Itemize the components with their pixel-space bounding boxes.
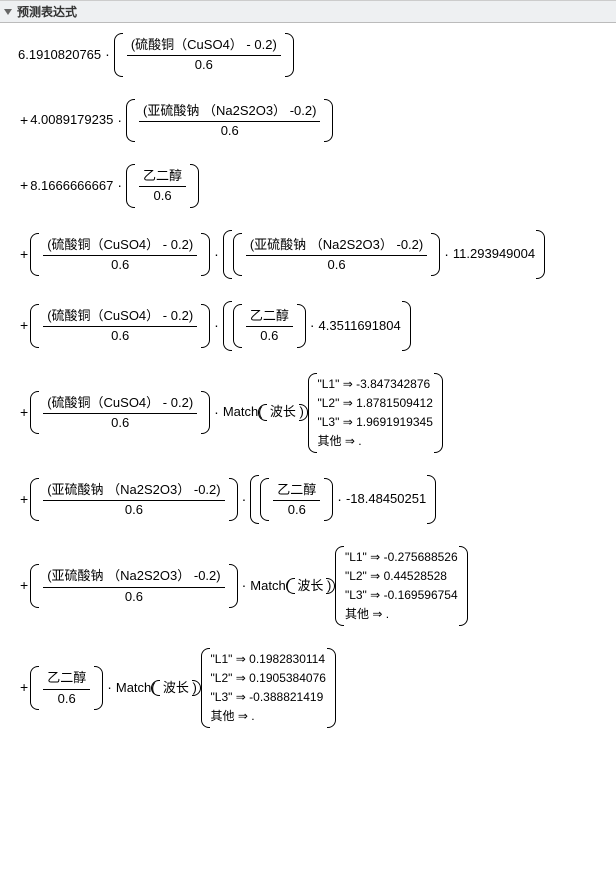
fraction: 乙二醇 0.6 <box>40 669 93 707</box>
match-keyword: Match <box>116 680 151 696</box>
fraction: 乙二醇 0.6 <box>243 307 296 345</box>
expression-term: + (亚硫酸钠 （Na2S2O3） -0.2) 0.6 · 乙二醇 <box>18 475 610 525</box>
multiply-dot: · <box>238 577 251 595</box>
fraction: (亚硫酸钠 （Na2S2O3） -0.2) 0.6 <box>40 481 227 519</box>
paren-group: (硫酸铜（CuSO4） - 0.2) 0.6 <box>30 391 210 435</box>
paren-group: (亚硫酸钠 （Na2S2O3） -0.2) 0.6 <box>126 99 333 143</box>
paren-group: (硫酸铜（CuSO4） - 0.2) 0.6 <box>30 233 210 277</box>
fraction: (亚硫酸钠 （Na2S2O3） -0.2) 0.6 <box>243 236 430 274</box>
expression-term: + (硫酸铜（CuSO4） - 0.2) 0.6 · 乙二醇 <box>18 301 610 351</box>
plus-op: + <box>18 491 30 509</box>
paren-group: (硫酸铜（CuSO4） - 0.2) 0.6 <box>30 304 210 348</box>
coefficient: 11.293949004 <box>453 246 535 262</box>
plus-op: + <box>18 404 30 422</box>
coefficient: -18.48450251 <box>346 491 426 507</box>
paren-group: 乙二醇 0.6 <box>30 666 103 710</box>
fraction: 乙二醇 0.6 <box>270 481 323 519</box>
match-keyword: Match <box>250 578 285 594</box>
section-header[interactable]: 预测表达式 <box>0 0 616 23</box>
prediction-expression: 6.1910820765 · (硫酸铜（CuSO4） - 0.2) 0.6 + … <box>0 23 616 770</box>
paren-group: (硫酸铜（CuSO4） - 0.2) 0.6 <box>114 33 294 77</box>
multiply-dot: · <box>103 679 116 697</box>
fraction: (亚硫酸钠 （Na2S2O3） -0.2) 0.6 <box>136 102 323 140</box>
match-cases: "L1" ⇒ 0.1982830114 "L2" ⇒ 0.1905384076 … <box>201 648 336 728</box>
paren-group: 乙二醇 0.6 <box>126 164 199 208</box>
multiply-dot: · <box>306 317 319 335</box>
multiply-dot: · <box>101 46 114 64</box>
expression-term: + 乙二醇 0.6 · Match ( 波长 ) "L1" ⇒ 0.198283… <box>18 648 610 728</box>
paren-arg: ( 波长 ) <box>286 578 335 594</box>
expression-term: + 4.0089179235 · (亚硫酸钠 （Na2S2O3） -0.2) 0… <box>18 99 610 143</box>
paren-arg: ( 波长 ) <box>258 404 307 420</box>
plus-op: + <box>18 177 30 195</box>
multiply-dot: · <box>210 246 223 264</box>
paren-group: (亚硫酸钠 （Na2S2O3） -0.2) 0.6 · 11.293949004 <box>223 230 545 280</box>
paren-group: (亚硫酸钠 （Na2S2O3） -0.2) 0.6 <box>30 478 237 522</box>
expression-term: + (亚硫酸钠 （Na2S2O3） -0.2) 0.6 · Match ( 波长… <box>18 546 610 626</box>
paren-group-inner: 乙二醇 0.6 <box>260 478 333 522</box>
multiply-dot: · <box>333 491 346 509</box>
multiply-dot: · <box>440 246 453 264</box>
section-title: 预测表达式 <box>17 3 77 20</box>
plus-op: + <box>18 112 30 130</box>
plus-op: + <box>18 679 30 697</box>
fraction: (硫酸铜（CuSO4） - 0.2) 0.6 <box>124 36 284 74</box>
expand-triangle-icon[interactable] <box>4 9 12 15</box>
expression-term: + (硫酸铜（CuSO4） - 0.2) 0.6 · Match ( 波长 ) … <box>18 373 610 453</box>
plus-op: + <box>18 577 30 595</box>
paren-arg: ( 波长 ) <box>151 680 200 696</box>
match-cases: "L1" ⇒ -3.847342876 "L2" ⇒ 1.8781509412 … <box>308 373 443 453</box>
multiply-dot: · <box>238 491 251 509</box>
coefficient: 4.3511691804 <box>319 318 401 334</box>
paren-group: 乙二醇 0.6 · -18.48450251 <box>250 475 436 525</box>
expression-term: + 8.1666666667 · 乙二醇 0.6 <box>18 164 610 208</box>
fraction: 乙二醇 0.6 <box>136 167 189 205</box>
multiply-dot: · <box>113 177 126 195</box>
multiply-dot: · <box>210 404 223 422</box>
fraction: (硫酸铜（CuSO4） - 0.2) 0.6 <box>40 236 200 274</box>
paren-group: 乙二醇 0.6 · 4.3511691804 <box>223 301 411 351</box>
coefficient: 8.1666666667 <box>30 178 113 194</box>
plus-op: + <box>18 317 30 335</box>
match-keyword: Match <box>223 404 258 420</box>
expression-term: + (硫酸铜（CuSO4） - 0.2) 0.6 · (亚硫酸钠 （Na2S2O… <box>18 230 610 280</box>
paren-group-inner: 乙二醇 0.6 <box>233 304 306 348</box>
match-cases: "L1" ⇒ -0.275688526 "L2" ⇒ 0.44528528 "L… <box>335 546 468 626</box>
coefficient: 6.1910820765 <box>18 47 101 63</box>
fraction: (硫酸铜（CuSO4） - 0.2) 0.6 <box>40 307 200 345</box>
plus-op: + <box>18 246 30 264</box>
paren-group-inner: (亚硫酸钠 （Na2S2O3） -0.2) 0.6 <box>233 233 440 277</box>
expression-term: 6.1910820765 · (硫酸铜（CuSO4） - 0.2) 0.6 <box>18 33 610 77</box>
paren-group: (亚硫酸钠 （Na2S2O3） -0.2) 0.6 <box>30 564 237 608</box>
fraction: (硫酸铜（CuSO4） - 0.2) 0.6 <box>40 394 200 432</box>
coefficient: 4.0089179235 <box>30 112 113 128</box>
multiply-dot: · <box>210 317 223 335</box>
fraction: (亚硫酸钠 （Na2S2O3） -0.2) 0.6 <box>40 567 227 605</box>
multiply-dot: · <box>113 112 126 130</box>
